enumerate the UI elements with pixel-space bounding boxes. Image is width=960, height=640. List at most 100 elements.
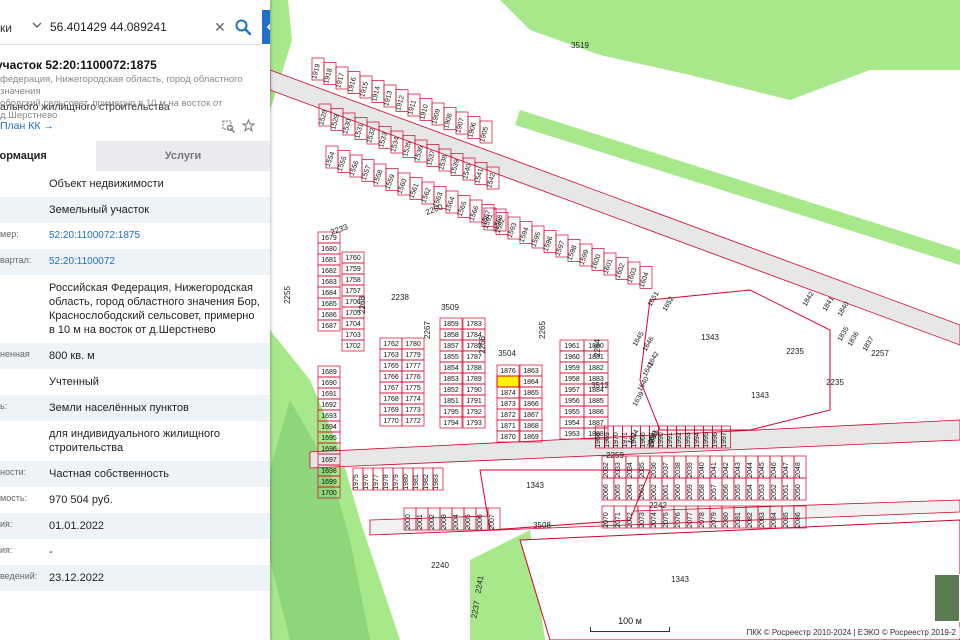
parcel-label: 1700 — [321, 490, 337, 497]
plan-kk-link[interactable]: План КК → — [0, 120, 54, 132]
parcel-label: 1599 — [579, 249, 591, 266]
parcel-label: 1855 — [443, 354, 459, 361]
parcel-label: 1704 — [345, 321, 361, 328]
search-icon[interactable] — [234, 18, 252, 36]
parcel-label: 1909 — [431, 108, 442, 125]
attribute-value-link[interactable]: 52:20:1100072 — [49, 249, 270, 275]
parcel-label: 2004 — [453, 514, 460, 530]
parcel-label: 2073 — [639, 512, 646, 528]
attribute-key: мость: — [0, 493, 28, 503]
parcel-label: 1908 — [443, 113, 454, 130]
attribute-key: ненная — [0, 349, 30, 359]
parcel-label: 1532 — [366, 127, 377, 144]
cadastral-map[interactable]: 1679 1680 1681 1682 1683 1684 1685 1686 1687 1760… — [270, 0, 960, 640]
parcel-label: 1766 — [383, 374, 399, 381]
parcel-label: 2055 — [735, 484, 742, 500]
block-label: 2235 — [786, 347, 804, 356]
parcel-label: 2007 — [489, 514, 496, 530]
parcel-label: 1840 — [837, 301, 851, 318]
parcel-label: 1556 — [349, 160, 361, 177]
parcel-label: 2072 — [627, 512, 634, 528]
minimap-thumbnail[interactable] — [934, 574, 960, 622]
parcel-label: 2003 — [441, 514, 448, 530]
green-zone-3519 — [500, 0, 960, 100]
clear-search-icon[interactable]: ✕ — [214, 19, 226, 36]
parcel-label: 2071 — [615, 512, 622, 528]
parcel-label: 1907 — [455, 117, 466, 134]
attribute-row: Земельный участок — [0, 197, 270, 223]
parcel-label: 2085 — [783, 512, 790, 528]
block-label: 3512 — [591, 381, 609, 390]
parcel-label: 1639 — [632, 391, 646, 408]
map-canvas[interactable]: 1679168016811682168316841685168616871760… — [270, 0, 960, 640]
parcel-label: 1863 — [523, 368, 539, 375]
block-label: 1343 — [526, 481, 544, 490]
parcel-label: 1779 — [405, 352, 421, 359]
parcel-label: 1703 — [345, 332, 361, 339]
map-attribution: ПКК © Росреестр 2010-2024 | ЕЭКО © Росре… — [742, 627, 960, 638]
attribute-row: ь: Земли населённых пунктов — [0, 395, 270, 421]
parcel-label: 1776 — [405, 374, 421, 381]
parcel-label: 2044 — [747, 462, 754, 478]
parcel-label: 1870 — [500, 434, 516, 441]
parcel-label: 1539 — [450, 159, 461, 176]
parcel-label: 1954 — [564, 420, 580, 427]
attribute-row: ненная 800 кв. м — [0, 343, 270, 369]
block-label: 2259 — [606, 451, 624, 460]
parcel-label: 1698 — [321, 468, 337, 475]
tab-information[interactable]: формация — [0, 141, 96, 171]
attribute-key: ь: — [0, 401, 8, 411]
star-icon[interactable] — [242, 119, 255, 132]
attribute-table: Объект недвижимости Земельный участок мер:… — [0, 171, 270, 591]
parcel-label: 1684 — [321, 290, 337, 297]
parcel-label: 1970 — [613, 432, 620, 448]
parcel-label: 1601 — [603, 258, 615, 275]
parcel-label: 1541 — [474, 168, 485, 185]
collapse-sidebar-button[interactable] — [262, 10, 270, 44]
tab-services[interactable]: Услуги — [96, 141, 270, 171]
parcel-label: 1867 — [523, 412, 539, 419]
attribute-row: ия: 01.01.2022 — [0, 513, 270, 539]
scale-label: 100 м — [618, 616, 642, 626]
parcel-label: 2061 — [663, 484, 670, 500]
parcel-label: 2051 — [783, 484, 790, 500]
parcel-label: 1769 — [383, 407, 399, 414]
parcel-label: 1692 — [321, 402, 337, 409]
parcel-label: 2037 — [663, 462, 670, 478]
attribute-key: ия: — [0, 519, 13, 529]
parcel-label: 1836 — [847, 331, 861, 348]
parcel-label: 2032 — [603, 462, 610, 478]
search-type-select[interactable]: ки — [0, 21, 12, 35]
parcel-label: 2046 — [771, 462, 778, 478]
block-label: 2264 — [593, 339, 602, 357]
chevron-down-icon[interactable] — [32, 20, 42, 30]
parcel-label: 2053 — [759, 484, 766, 500]
attribute-row: Российская Федерация, Нижегородская обла… — [0, 275, 270, 343]
selected-parcel-1875[interactable] — [496, 375, 520, 388]
parcel-label: 1955 — [564, 409, 580, 416]
parcel-label: 2036 — [651, 462, 658, 478]
parcel-label: 2041 — [711, 462, 718, 478]
parcel-label: 1528 — [318, 109, 329, 126]
attribute-value: 800 кв. м — [49, 350, 95, 362]
parcel-label: 1681 — [321, 257, 337, 264]
parcel-label: 1976 — [363, 474, 370, 490]
attribute-row: мер: 52:20:1100072:1875 — [0, 223, 270, 249]
attribute-value: 970 504 руб. — [49, 494, 113, 506]
parcel-label: 1760 — [345, 255, 361, 262]
parcel-label: 2074 — [651, 512, 658, 528]
search-input[interactable] — [50, 18, 210, 36]
attribute-value: Земельный участок — [49, 204, 150, 216]
attribute-value-link[interactable]: 52:20:1100072:1875 — [49, 223, 270, 249]
parcel-label: 1683 — [321, 279, 337, 286]
parcel-label: 1765 — [383, 363, 399, 370]
parcel-label: 1995 — [703, 432, 710, 448]
parcel-label: 1911 — [407, 99, 418, 115]
parcel-label: 2043 — [735, 462, 742, 478]
tab-information-label: формация — [0, 150, 47, 162]
attribute-key: мер: — [0, 229, 19, 239]
sidebar-tabs: формация Услуги — [0, 141, 270, 171]
parcel-label: 1772 — [405, 418, 421, 425]
zoom-to-object-icon[interactable] — [222, 120, 235, 133]
parcel-label: 2084 — [771, 512, 778, 528]
